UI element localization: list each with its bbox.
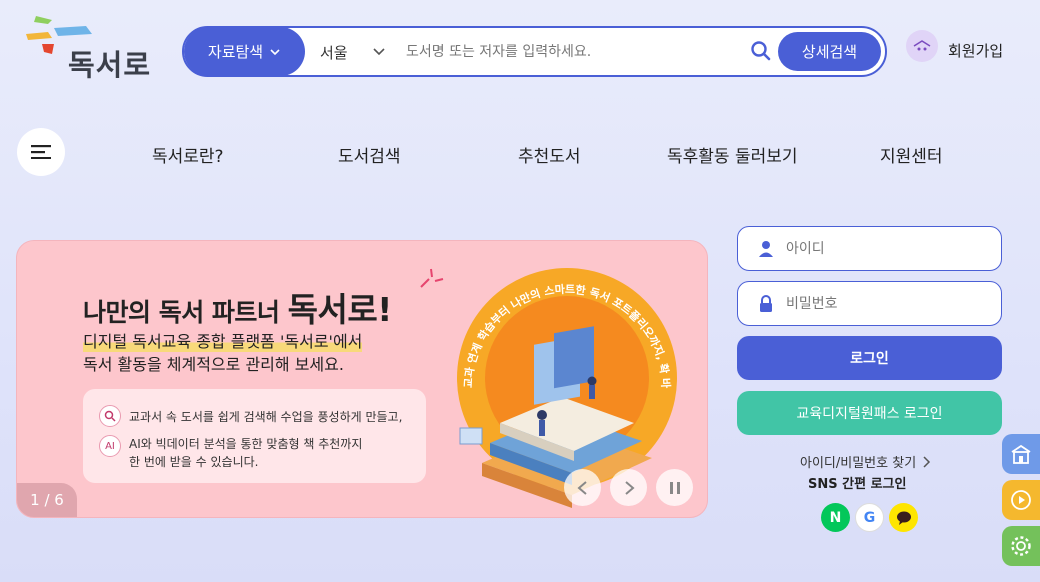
settings-side-button[interactable] [1002,526,1040,566]
slide-pager: 1 / 6 [17,483,77,517]
prev-slide-button[interactable] [564,469,601,506]
search-bar: 자료탐색 서울 상세검색 [182,26,887,77]
kakao-bubble-icon [896,511,911,525]
edu-onepass-login-button[interactable]: 교육디지털원패스 로그인 [737,391,1002,435]
site-logo[interactable]: 독서로 [22,14,172,82]
banner-title-prefix: 나만의 독서 파트너 [83,298,288,327]
banner-subtitle-1: 디지털 독서교육 종합 플랫폼 '독서로'에서 [83,328,363,352]
hero-banner[interactable]: 나만의 독서 파트너 독서로! 디지털 독서교육 종합 플랫폼 '독서로'에서 … [16,240,708,518]
nav-item-activities[interactable]: 독후활동 둘러보기 [667,142,798,167]
login-id-input[interactable] [786,240,986,257]
school-side-button[interactable] [1002,434,1040,474]
search-input[interactable] [406,37,736,67]
gear-icon [1011,536,1031,556]
magnifier-icon [99,405,121,427]
google-login-icon[interactable]: G [855,503,884,532]
nav-item-recommended[interactable]: 추천도서 [518,142,581,167]
find-account-label: 아이디/비밀번호 찾기 [800,456,917,471]
category-dropdown[interactable]: 자료탐색 [184,27,305,76]
signup-label: 회원가입 [948,41,1004,60]
user-icon [759,240,773,257]
chevron-right-icon [923,455,931,468]
region-chevron-down-icon[interactable] [372,44,386,58]
region-select[interactable]: 서울 [320,42,348,63]
login-pw-field[interactable] [737,281,1002,326]
lock-icon [760,294,772,312]
pause-icon [669,481,680,494]
login-id-field[interactable] [737,226,1002,271]
next-slide-button[interactable] [610,469,647,506]
play-circle-icon [1011,490,1031,510]
nav-item-about[interactable]: 독서로란? [152,142,224,167]
logo-text: 독서로 [68,48,152,82]
school-icon [1011,444,1031,464]
chevron-left-icon [576,480,587,495]
banner-feature-1: 교과서 속 도서를 쉽게 검색해 수업을 풍성하게 만들고, [129,410,403,424]
banner-feature-2a: AI와 빅데이터 분석을 통한 맞춤형 책 추천까지 [129,437,363,451]
hamburger-icon [31,145,51,159]
banner-title-brand: 독서로! [287,290,393,329]
pause-slide-button[interactable] [656,469,693,506]
nav-item-book-search[interactable]: 도서검색 [338,142,401,167]
chevron-right-icon [624,480,635,495]
login-pw-input[interactable] [786,295,986,312]
login-button[interactable]: 로그인 [737,336,1002,380]
signup-link[interactable]: 회원가입 [906,30,1004,62]
video-side-button[interactable] [1002,480,1040,520]
category-label: 자료탐색 [207,43,264,61]
sns-login-label: SNS 간편 로그인 [808,477,907,492]
banner-title: 나만의 독서 파트너 독서로! [83,283,392,331]
naver-login-icon[interactable]: N [821,503,850,532]
kakao-login-icon[interactable] [889,503,918,532]
user-avatar-icon [906,30,938,62]
search-icon[interactable] [750,40,772,62]
banner-subtitle-2: 독서 활동을 체계적으로 관리해 보세요. [83,355,344,374]
banner-feature-box: 교과서 속 도서를 쉽게 검색해 수업을 풍성하게 만들고, AI AI와 빅데… [83,389,426,483]
nav-item-support[interactable]: 지원센터 [880,142,943,167]
find-account-link[interactable]: 아이디/비밀번호 찾기 [800,452,932,471]
ai-icon: AI [99,435,121,457]
hamburger-menu-button[interactable] [17,128,65,176]
advanced-search-button[interactable]: 상세검색 [778,32,881,71]
chevron-down-icon [270,48,280,55]
banner-feature-2b: 한 번에 받을 수 있습니다. [129,455,259,469]
